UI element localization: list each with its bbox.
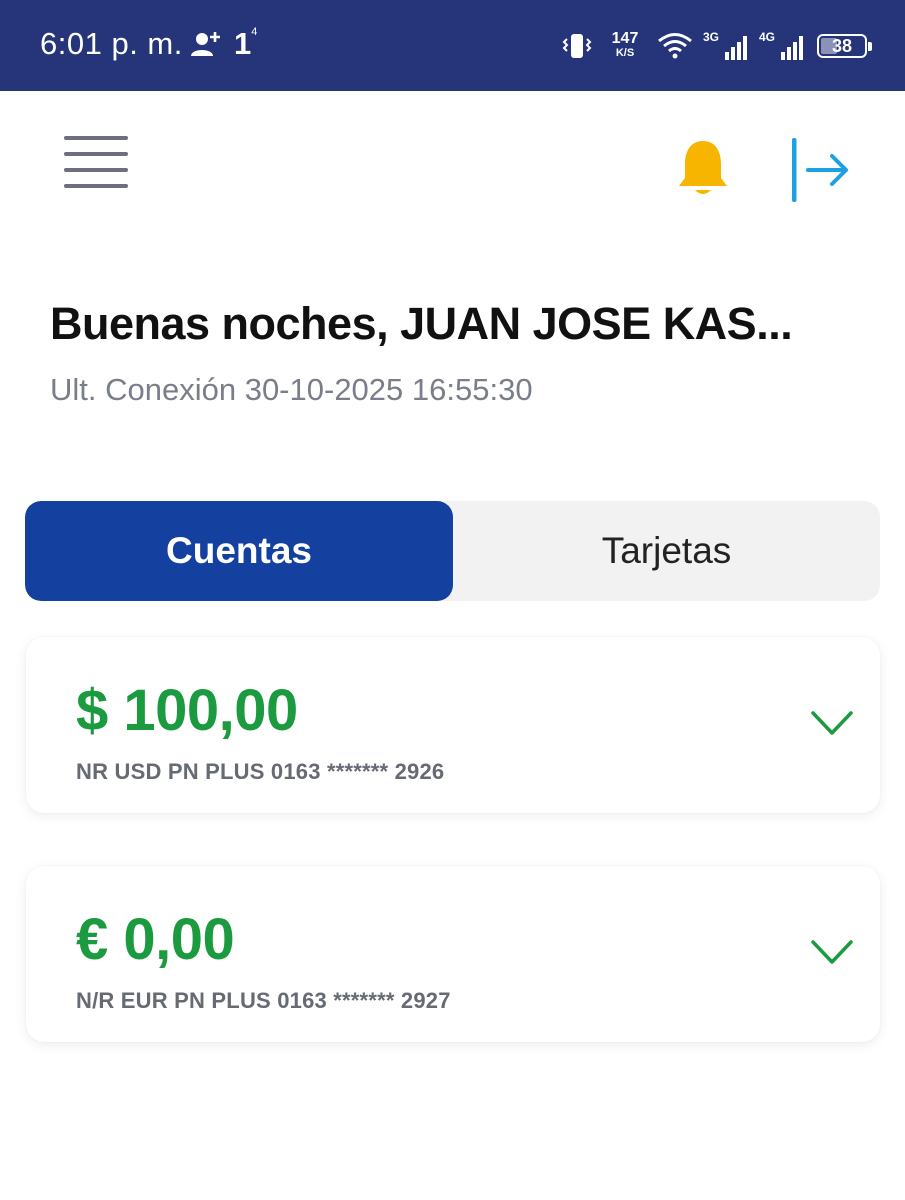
- account-balance: € 0,00: [76, 907, 235, 972]
- net-speed: 147 K/S: [611, 30, 639, 60]
- status-time: 6:01 p. m.: [40, 26, 183, 61]
- chevron-down-icon[interactable]: [810, 709, 854, 737]
- greeting-title: Buenas noches, JUAN JOSE KAS...: [50, 298, 793, 349]
- vibrate-icon: [562, 34, 592, 58]
- notification-count: 14: [234, 25, 258, 61]
- hamburger-menu-icon: [64, 136, 128, 188]
- battery-level: 38: [831, 36, 853, 56]
- account-card[interactable]: € 0,00 N/R EUR PN PLUS 0163 ******* 2927: [26, 866, 880, 1042]
- add-person-icon: [191, 32, 220, 56]
- logout-button[interactable]: [786, 136, 852, 204]
- menu-button[interactable]: [62, 134, 130, 194]
- sim2-signal: 4G: [759, 28, 805, 64]
- signal-bars-icon: [781, 36, 803, 60]
- notifications-button[interactable]: [675, 138, 731, 200]
- account-label: N/R EUR PN PLUS 0163 ******* 2927: [76, 988, 451, 1013]
- status-icons: 147 K/S 3G 4G 38: [561, 22, 872, 70]
- accounts-cards-tabs: Cuentas Tarjetas: [25, 501, 880, 601]
- bell-icon: [679, 141, 727, 194]
- home-screen: 6:01 p. m. 14 147 K/S 3G 4G 38 Buenas no…: [0, 0, 905, 1200]
- last-connection-text: Ult. Conexión 30-10-2025 16:55:30: [50, 372, 533, 407]
- wifi-icon: [658, 33, 692, 59]
- account-card[interactable]: $ 100,00 NR USD PN PLUS 0163 ******* 292…: [26, 637, 880, 813]
- tab-tarjetas[interactable]: Tarjetas: [453, 501, 880, 601]
- sim1-signal: 3G: [703, 28, 749, 64]
- battery-icon: 38: [817, 34, 872, 58]
- chevron-down-icon[interactable]: [810, 938, 854, 966]
- account-balance: $ 100,00: [76, 678, 298, 743]
- tab-cuentas[interactable]: Cuentas: [25, 501, 453, 601]
- status-bar: 6:01 p. m. 14 147 K/S 3G 4G 38: [0, 0, 905, 91]
- signal-bars-icon: [725, 36, 747, 60]
- account-label: NR USD PN PLUS 0163 ******* 2926: [76, 759, 445, 784]
- logout-arrow-icon: [792, 138, 848, 202]
